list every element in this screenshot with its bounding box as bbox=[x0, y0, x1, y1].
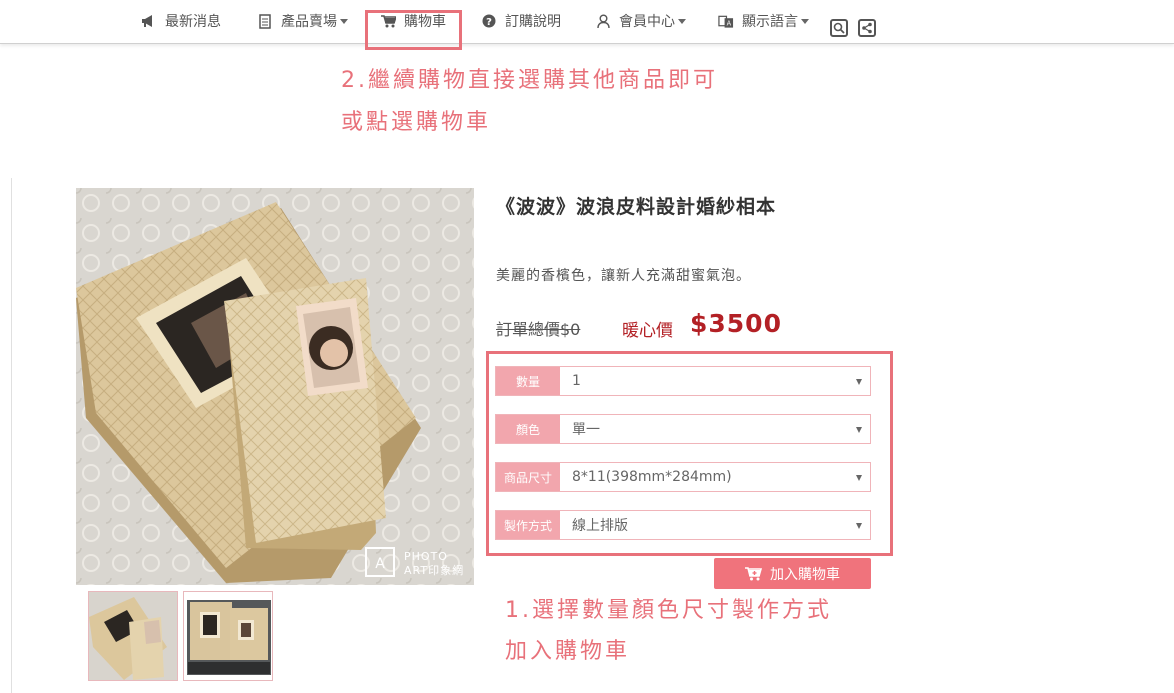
megaphone-icon bbox=[141, 13, 157, 29]
option-label: 數量 bbox=[496, 367, 560, 395]
product-title: 《波波》波浪皮料設計婚紗相本 bbox=[496, 196, 777, 218]
color-select[interactable]: 單一 bbox=[560, 415, 870, 443]
search-icon bbox=[833, 22, 845, 34]
nav-item-label: 會員中心 bbox=[619, 14, 675, 30]
select-value: 單一 bbox=[572, 422, 600, 438]
svg-text:A: A bbox=[727, 19, 732, 27]
nav-item-products[interactable]: 產品賣場 bbox=[257, 10, 348, 32]
search-button[interactable] bbox=[830, 19, 848, 37]
annotation-step1-line2: 加入購物車 bbox=[505, 639, 631, 664]
nav-item-label: 產品賣場 bbox=[281, 14, 337, 30]
option-label: 顏色 bbox=[496, 415, 560, 443]
annotation-step1-line1: 1.選擇數量顏色尺寸製作方式 bbox=[505, 598, 832, 623]
option-color[interactable]: 顏色 單一 bbox=[495, 414, 871, 444]
svg-text:?: ? bbox=[486, 17, 492, 28]
product-image: A PHOTO ART印象網 bbox=[76, 188, 474, 585]
option-quantity[interactable]: 數量 1 bbox=[495, 366, 871, 396]
annotation-step2-line2: 或點選購物車 bbox=[341, 110, 492, 135]
annotation-step2-line1: 2.繼續購物直接選購其他商品即可 bbox=[341, 68, 718, 93]
nav-item-label: 顯示語言 bbox=[742, 14, 798, 30]
option-label: 商品尺寸 bbox=[496, 463, 560, 491]
chevron-down-icon bbox=[340, 18, 348, 24]
select-value: 8*11(398mm*284mm) bbox=[572, 469, 732, 485]
share-button[interactable] bbox=[858, 19, 876, 37]
nav-item-order-info[interactable]: ? 訂購說明 bbox=[481, 10, 561, 32]
production-method-select[interactable]: 線上排版 bbox=[560, 511, 870, 539]
add-to-cart-label: 加入購物車 bbox=[770, 566, 840, 583]
option-label: 製作方式 bbox=[496, 511, 560, 539]
dropdown-arrow-icon bbox=[856, 379, 862, 385]
share-icon bbox=[862, 22, 872, 34]
sale-price-label: 暖心價 bbox=[622, 321, 673, 341]
top-nav: 最新消息 產品賣場 購物車 ? 訂購說明 會員中心 A 顯示語言 bbox=[0, 0, 1174, 44]
cart-highlight-box bbox=[365, 10, 462, 50]
dropdown-arrow-icon bbox=[856, 427, 862, 433]
nav-item-label: 最新消息 bbox=[165, 14, 221, 30]
dropdown-arrow-icon bbox=[856, 475, 862, 481]
nav-item-news[interactable]: 最新消息 bbox=[141, 10, 221, 32]
svg-text:A: A bbox=[375, 556, 385, 572]
watermark-line2: ART印象網 bbox=[404, 563, 464, 577]
document-icon bbox=[257, 13, 273, 29]
product-description: 美麗的香檳色，讓新人充滿甜蜜氣泡。 bbox=[496, 268, 751, 284]
thumbnail-1[interactable] bbox=[88, 591, 178, 681]
sale-price: $3500 bbox=[690, 309, 782, 338]
thumbnail-2[interactable] bbox=[183, 591, 273, 681]
question-circle-icon: ? bbox=[481, 13, 497, 29]
nav-item-language[interactable]: A 顯示語言 bbox=[718, 10, 809, 32]
add-to-cart-button[interactable]: 加入購物車 bbox=[714, 558, 871, 589]
original-price: 訂單總價$0 bbox=[496, 320, 581, 339]
nav-item-member[interactable]: 會員中心 bbox=[595, 10, 686, 32]
user-icon bbox=[595, 13, 611, 29]
divider bbox=[11, 178, 12, 693]
nav-item-label: 訂購說明 bbox=[505, 14, 561, 30]
watermark-line1: PHOTO bbox=[404, 550, 448, 563]
chevron-down-icon bbox=[801, 18, 809, 24]
select-value: 線上排版 bbox=[572, 518, 628, 534]
quantity-select[interactable]: 1 bbox=[560, 367, 870, 395]
dropdown-arrow-icon bbox=[856, 523, 862, 529]
select-value: 1 bbox=[572, 373, 581, 389]
option-size[interactable]: 商品尺寸 8*11(398mm*284mm) bbox=[495, 462, 871, 492]
size-select[interactable]: 8*11(398mm*284mm) bbox=[560, 463, 870, 491]
option-production[interactable]: 製作方式 線上排版 bbox=[495, 510, 871, 540]
language-icon: A bbox=[718, 13, 734, 29]
cart-plus-icon bbox=[745, 566, 762, 581]
chevron-down-icon bbox=[678, 18, 686, 24]
